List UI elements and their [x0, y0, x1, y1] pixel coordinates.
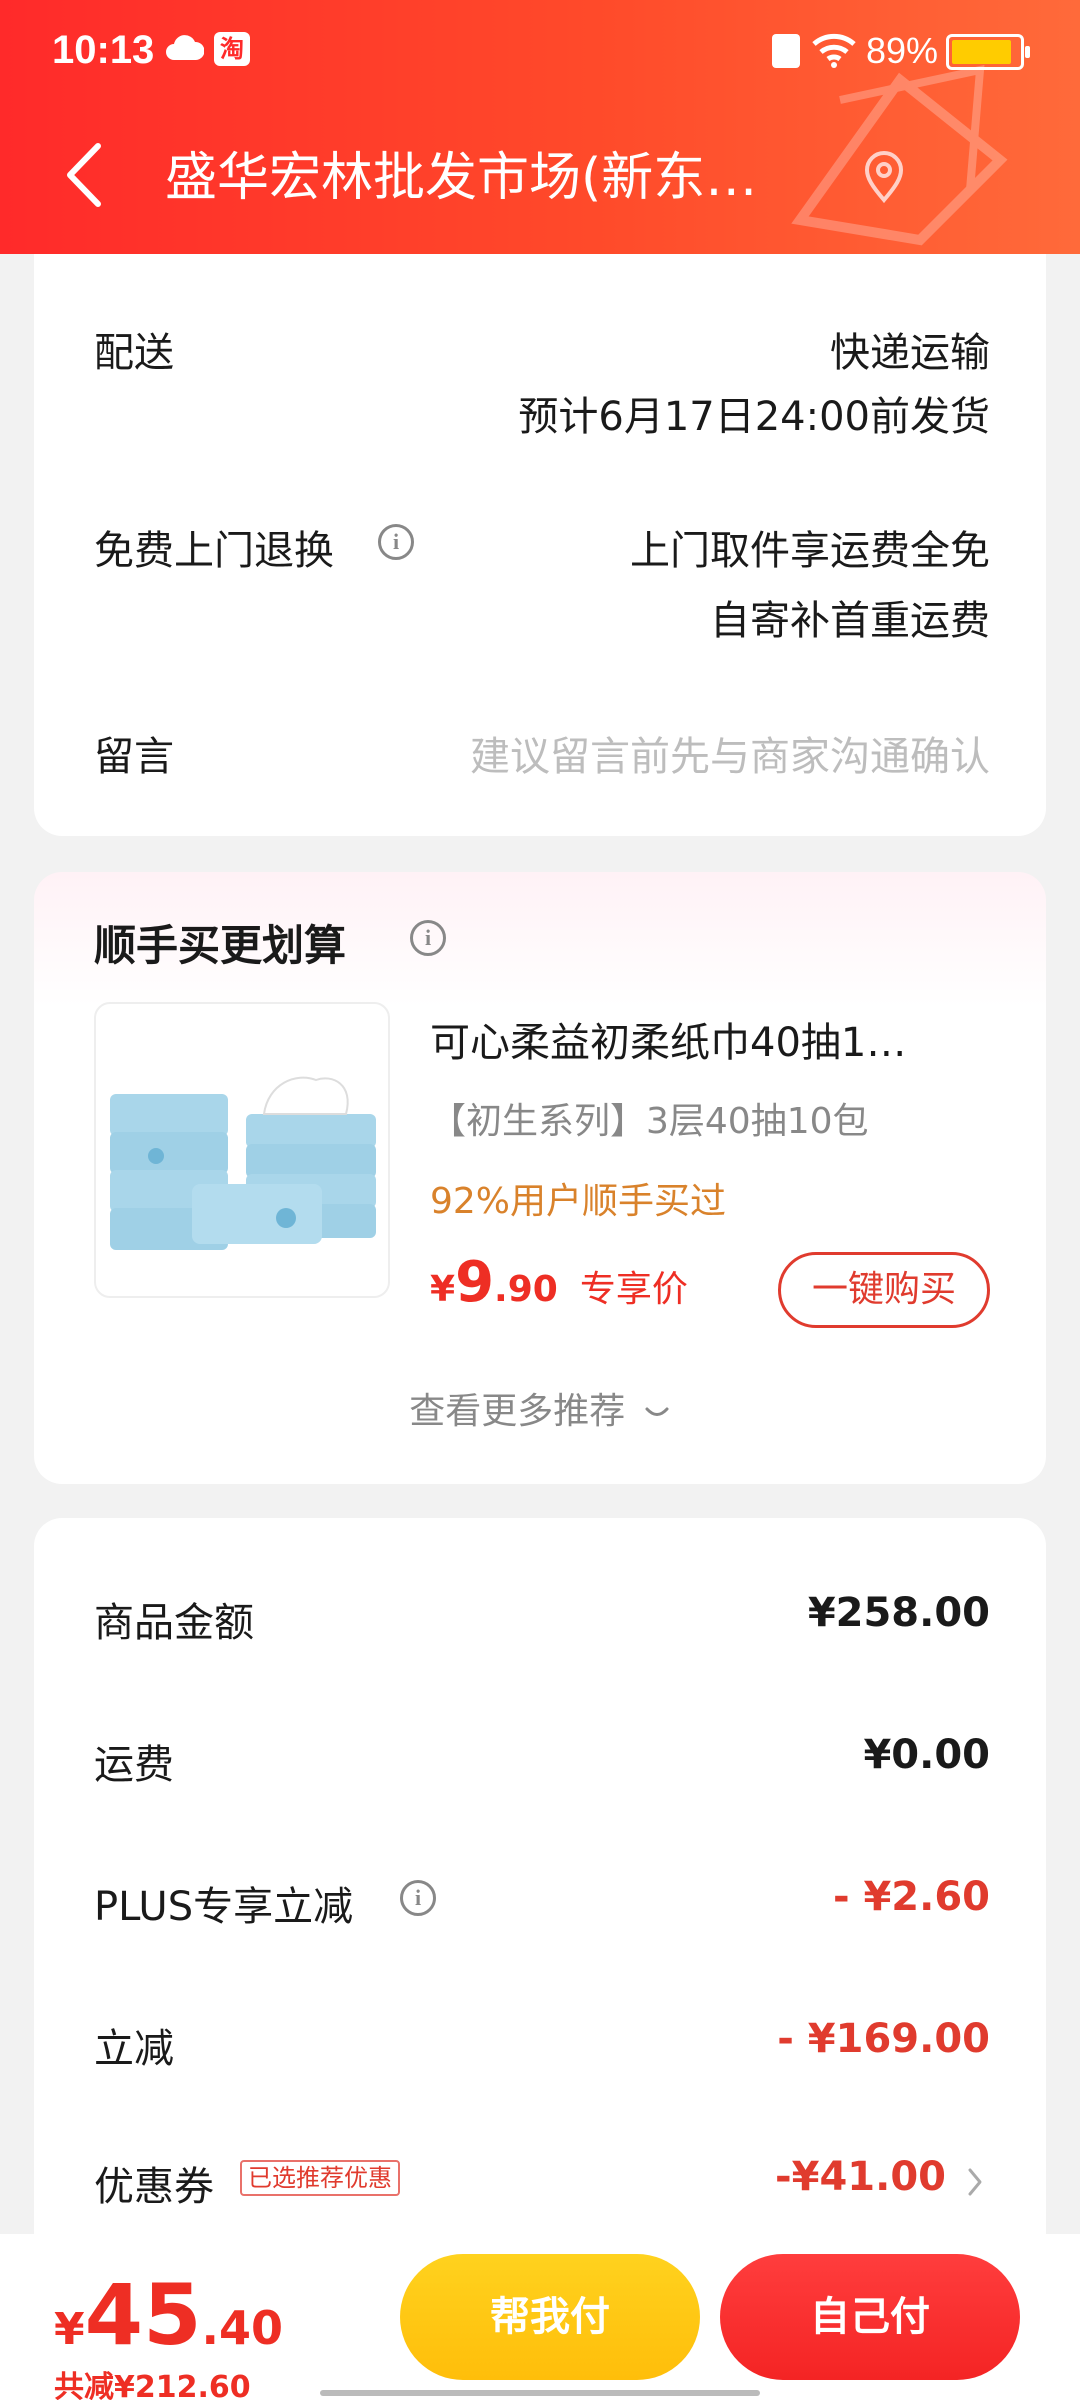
price-tag: 专享价 — [579, 1269, 688, 1310]
product-image[interactable] — [94, 1002, 390, 1298]
wifi-icon — [812, 33, 856, 68]
help-me-pay-button[interactable]: 帮我付 — [400, 2254, 700, 2380]
battery-fill — [952, 40, 1011, 64]
addon-card: 顺手买更划算 i 可心柔益初柔纸巾40抽1… 【初生系列】3层40抽10包 92… — [34, 872, 1046, 1484]
addon-title: 顺手买更划算 — [94, 921, 347, 970]
price-symbol: ¥ — [430, 1269, 456, 1310]
coupon-label: 优惠券 — [94, 2164, 214, 2210]
total-price: ¥45.40 — [54, 2266, 283, 2364]
product-name[interactable]: 可心柔益初柔纸巾40抽1… — [430, 1010, 990, 1068]
plus-discount-value: - ¥2.60 — [832, 1874, 990, 1920]
more-label: 查看更多推荐 — [409, 1391, 626, 1432]
info-icon[interactable]: i — [378, 524, 414, 560]
freight-value: ¥0.00 — [863, 1732, 990, 1778]
status-time: 10:13 — [52, 28, 155, 72]
instant-discount-value: - ¥169.00 — [777, 2016, 990, 2062]
page-title: 盛华宏林批发市场(新东… — [165, 148, 758, 208]
plus-discount-label: PLUS专享立减 — [94, 1884, 354, 1930]
shipping-eta: 预计6月17日24:00前发货 — [518, 394, 990, 440]
total-int: 45 — [84, 2266, 202, 2364]
pay-myself-button[interactable]: 自己付 — [720, 2254, 1020, 2380]
cloud-icon — [166, 35, 204, 60]
shipping-label: 配送 — [94, 330, 174, 376]
tissue-pack-illustration — [110, 1076, 376, 1250]
goods-amount-label: 商品金额 — [94, 1600, 254, 1646]
product-price: ¥9.90 专享价 — [430, 1250, 688, 1315]
info-icon[interactable]: i — [400, 1880, 436, 1916]
sim-icon — [772, 34, 800, 68]
instant-discount-label: 立减 — [94, 2026, 174, 2072]
header: 10:13 淘 89% 盛华宏林批发市场(新东… — [0, 0, 1080, 254]
message-input[interactable]: 建议留言前先与商家沟通确认 — [470, 724, 990, 782]
shipping-method: 快递运输 — [830, 330, 990, 376]
freight-label: 运费 — [94, 1742, 174, 1788]
location-pin-icon[interactable] — [862, 150, 906, 204]
price-int: 9 — [455, 1250, 495, 1315]
chevron-down-icon — [645, 1407, 669, 1416]
buy-rate: 92%用户顺手买过 — [430, 1181, 727, 1222]
battery-icon — [946, 34, 1030, 70]
product-spec: 【初生系列】3层40抽10包 — [430, 1101, 869, 1142]
chevron-right-icon[interactable] — [966, 2166, 984, 2198]
return-value-1: 上门取件享运费全免 — [630, 528, 990, 574]
goods-amount-value: ¥258.00 — [807, 1590, 990, 1636]
battery-percent: 89% — [866, 30, 939, 71]
price-dec: .90 — [494, 1269, 558, 1310]
home-indicator[interactable] — [320, 2390, 760, 2396]
one-click-buy-button[interactable]: 一键购买 — [778, 1252, 990, 1328]
total-dec: .40 — [201, 2301, 284, 2355]
coupon-value[interactable]: -¥41.00 — [775, 2154, 946, 2200]
message-label: 留言 — [94, 734, 174, 780]
return-label: 免费上门退换 — [94, 528, 334, 574]
more-recommendations-link[interactable]: 查看更多推荐 — [34, 1382, 1046, 1434]
info-icon[interactable]: i — [410, 920, 446, 956]
total-saved: 共减¥212.60 — [54, 2370, 251, 2400]
back-icon[interactable] — [62, 140, 106, 210]
total-symbol: ¥ — [54, 2304, 85, 2355]
return-value-2: 自寄补首重运费 — [710, 598, 990, 644]
delivery-card: 配送 快递运输 预计6月17日24:00前发货 免费上门退换 i 上门取件享运费… — [34, 254, 1046, 836]
coupon-recommend-badge: 已选推荐优惠 — [240, 2160, 400, 2196]
taobao-icon: 淘 — [214, 32, 250, 66]
status-bar: 10:13 淘 89% — [0, 0, 1080, 100]
